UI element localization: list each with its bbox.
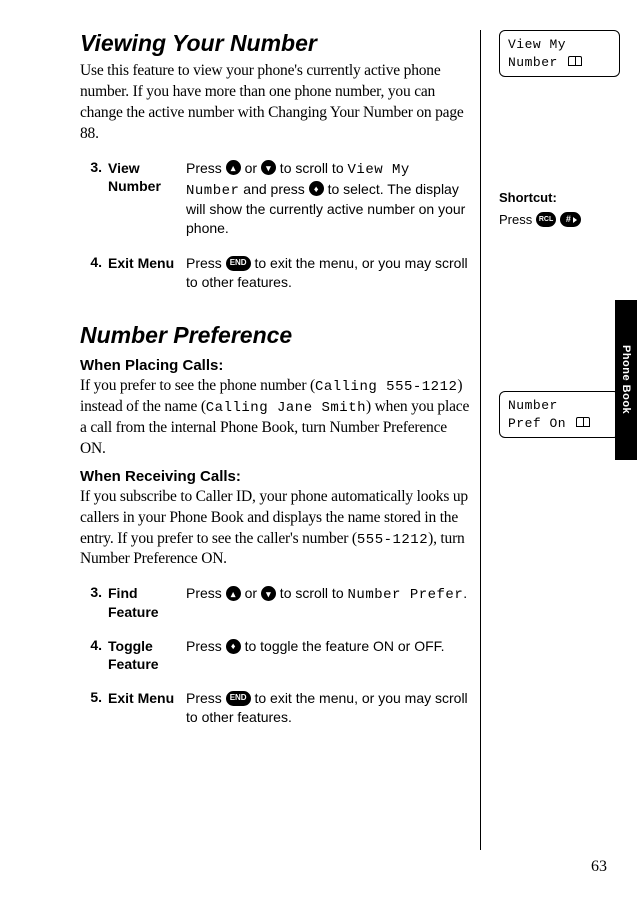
text: Press bbox=[186, 255, 226, 271]
text: and press bbox=[239, 181, 308, 197]
text: to toggle the feature ON or OFF. bbox=[241, 638, 445, 654]
select-icon: ♦ bbox=[309, 181, 324, 196]
lcd-text: Calling Jane Smith bbox=[206, 400, 366, 416]
step-number: 5. bbox=[80, 689, 108, 727]
sub2-body: If you subscribe to Caller ID, your phon… bbox=[80, 487, 470, 571]
phonebook-icon bbox=[576, 417, 590, 427]
text: Press bbox=[186, 160, 226, 176]
text: Press bbox=[499, 212, 532, 227]
scroll-up-icon: ▴ bbox=[226, 586, 241, 601]
display-line1: Number bbox=[508, 397, 611, 415]
end-key-icon: END bbox=[226, 256, 251, 271]
text: Pref On bbox=[508, 416, 566, 431]
display-viewmynumber: View My Number bbox=[499, 30, 620, 77]
display-numberpref: Number Pref On bbox=[499, 391, 620, 438]
step-description: Press END to exit the menu, or you may s… bbox=[186, 254, 470, 292]
side-tab-phonebook: Phone Book bbox=[615, 300, 637, 460]
section1-intro: Use this feature to view your phone's cu… bbox=[80, 61, 470, 145]
section-title-viewing: Viewing Your Number bbox=[80, 30, 470, 57]
lcd-text: Calling 555-1212 bbox=[315, 379, 457, 395]
text: Press bbox=[186, 585, 226, 601]
select-icon: ♦ bbox=[226, 639, 241, 654]
text: Press bbox=[186, 638, 226, 654]
step-row: 3. Find Feature Press ▴ or ▾ to scroll t… bbox=[80, 584, 470, 620]
display-line2: Pref On bbox=[508, 415, 611, 433]
subhead-placing: When Placing Calls: bbox=[80, 357, 470, 374]
subhead-receiving: When Receiving Calls: bbox=[80, 468, 470, 485]
scroll-down-icon: ▾ bbox=[261, 160, 276, 175]
shortcut-press-line: Press RCL # bbox=[499, 209, 620, 231]
step-row: 5. Exit Menu Press END to exit the menu,… bbox=[80, 689, 470, 727]
main-content: Viewing Your Number Use this feature to … bbox=[80, 30, 470, 743]
step-description: Press ▴ or ▾ to scroll to View My Number… bbox=[186, 159, 470, 239]
step-description: Press END to exit the menu, or you may s… bbox=[186, 689, 470, 727]
step-label: Toggle Feature bbox=[108, 637, 186, 673]
step-label: Exit Menu bbox=[108, 254, 186, 292]
scroll-up-icon: ▴ bbox=[226, 160, 241, 175]
step-number: 3. bbox=[80, 584, 108, 620]
step-row: 4. Toggle Feature Press ♦ to toggle the … bbox=[80, 637, 470, 673]
end-key-icon: END bbox=[226, 691, 251, 706]
step-description: Press ▴ or ▾ to scroll to Number Prefer. bbox=[186, 584, 470, 620]
phonebook-icon bbox=[568, 56, 582, 66]
step-number: 4. bbox=[80, 637, 108, 673]
text: or bbox=[241, 160, 261, 176]
section-title-preference: Number Preference bbox=[80, 322, 470, 349]
step-number: 3. bbox=[80, 159, 108, 239]
section2: Number Preference When Placing Calls: If… bbox=[80, 322, 470, 727]
section1-steps: 3. View Number Press ▴ or ▾ to scroll to… bbox=[80, 159, 470, 292]
shortcut-box: Shortcut: Press RCL # bbox=[499, 187, 620, 231]
rcl-key-icon: RCL bbox=[536, 212, 556, 227]
display-line1: View My bbox=[508, 36, 611, 54]
text: Press bbox=[186, 690, 226, 706]
step-row: 4. Exit Menu Press END to exit the menu,… bbox=[80, 254, 470, 292]
step-label: View Number bbox=[108, 159, 186, 239]
step-label: Find Feature bbox=[108, 584, 186, 620]
text: Number bbox=[508, 55, 558, 70]
step-number: 4. bbox=[80, 254, 108, 292]
display-line2: Number bbox=[508, 54, 611, 72]
lcd-text: Number Prefer bbox=[348, 587, 464, 603]
sidebar: View My Number Shortcut: Press RCL # Num… bbox=[480, 30, 620, 850]
text: to scroll to bbox=[276, 585, 348, 601]
step-row: 3. View Number Press ▴ or ▾ to scroll to… bbox=[80, 159, 470, 239]
lcd-text: 555-1212 bbox=[357, 532, 428, 548]
section2-steps: 3. Find Feature Press ▴ or ▾ to scroll t… bbox=[80, 584, 470, 727]
sub1-body: If you prefer to see the phone number (C… bbox=[80, 376, 470, 460]
text: to scroll to bbox=[276, 160, 348, 176]
scroll-down-icon: ▾ bbox=[261, 586, 276, 601]
hash-key-icon: # bbox=[560, 212, 581, 227]
text: If you prefer to see the phone number ( bbox=[80, 377, 315, 394]
shortcut-title: Shortcut: bbox=[499, 187, 620, 209]
step-description: Press ♦ to toggle the feature ON or OFF. bbox=[186, 637, 470, 673]
text: . bbox=[463, 585, 467, 601]
step-label: Exit Menu bbox=[108, 689, 186, 727]
text: or bbox=[241, 585, 261, 601]
page-number: 63 bbox=[591, 858, 607, 876]
